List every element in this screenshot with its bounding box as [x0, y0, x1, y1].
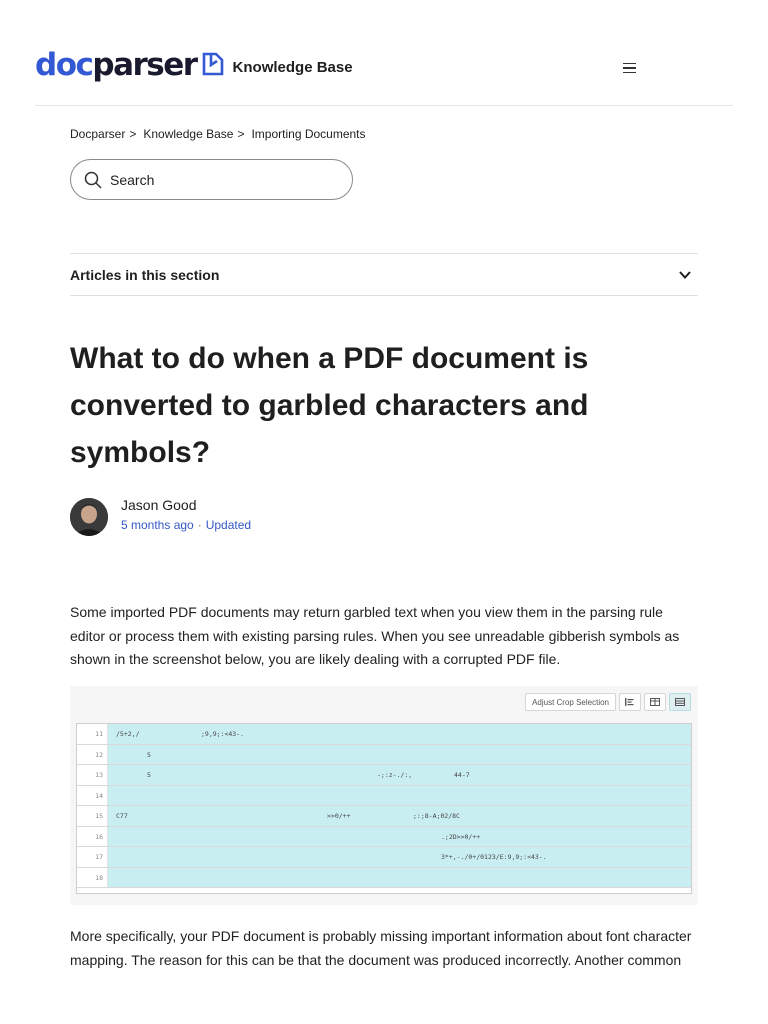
articles-in-section-toggle[interactable]: Articles in this section — [70, 253, 698, 296]
hamburger-menu-icon[interactable] — [619, 58, 639, 78]
docparser-logo[interactable]: docparser Knowledge Base — [35, 48, 353, 82]
article-author: Jason Good 5 months ago · Updated — [70, 495, 251, 536]
meta-separator: · — [197, 518, 202, 532]
breadcrumb-separator: > — [129, 127, 137, 141]
knowledge-base-label: Knowledge Base — [232, 59, 353, 76]
table-columns-icon — [644, 693, 666, 711]
breadcrumb-separator: > — [237, 127, 245, 141]
logo-doc-text: doc — [35, 47, 94, 83]
align-left-icon — [619, 693, 641, 711]
breadcrumb: Docparser > Knowledge Base > Importing D… — [70, 127, 366, 141]
article-paragraph-1: Some imported PDF documents may return g… — [70, 604, 680, 667]
table-row: 17 3*+,-./0+/0123/E:9,9;:<43-. — [77, 847, 691, 868]
garbled-output-screenshot: Adjust Crop Selection 11 /5+2,/;9,9;:<43… — [70, 686, 698, 905]
articles-in-section-label: Articles in this section — [70, 266, 220, 283]
article-title: What to do when a PDF document is conver… — [70, 342, 589, 469]
search-icon — [84, 171, 102, 189]
breadcrumb-knowledge-base[interactable]: Knowledge Base — [143, 127, 233, 141]
article-paragraph-2: More specifically, your PDF document is … — [70, 928, 692, 968]
table-row: 15 C77 >>0/++ ;:;8-A;02/8C — [77, 806, 691, 827]
logo-parser-text: parser — [92, 47, 198, 83]
parsed-text-table: 11 /5+2,/;9,9;:<43-. 12 5 13 5 -;:z-./:, 4… — [76, 723, 692, 894]
search-box — [70, 159, 353, 200]
author-name: Jason Good — [121, 497, 197, 513]
table-rows-icon — [669, 693, 691, 711]
table-row: 13 5 -;:z-./:, 44-7 — [77, 765, 691, 786]
article-updated: Updated — [205, 518, 252, 532]
chevron-down-icon — [679, 270, 691, 279]
article-time-ago[interactable]: 5 months ago — [121, 518, 194, 532]
avatar — [70, 498, 108, 536]
adjust-crop-selection-button: Adjust Crop Selection — [525, 693, 616, 711]
breadcrumb-docparser[interactable]: Docparser — [70, 127, 125, 141]
docparser-mark-icon — [202, 52, 223, 76]
table-row: 11 /5+2,/;9,9;:<43-. — [77, 724, 691, 745]
table-row: 18 — [77, 867, 691, 888]
author-avatar-icon — [70, 498, 108, 536]
table-row: 14 — [77, 785, 691, 806]
breadcrumb-importing-documents[interactable]: Importing Documents — [251, 127, 365, 141]
screenshot-toolbar: Adjust Crop Selection — [525, 693, 691, 711]
search-input[interactable] — [110, 171, 330, 188]
table-row: 16 .;2D>>0/++ — [77, 826, 691, 847]
table-row: 12 5 — [77, 744, 691, 765]
